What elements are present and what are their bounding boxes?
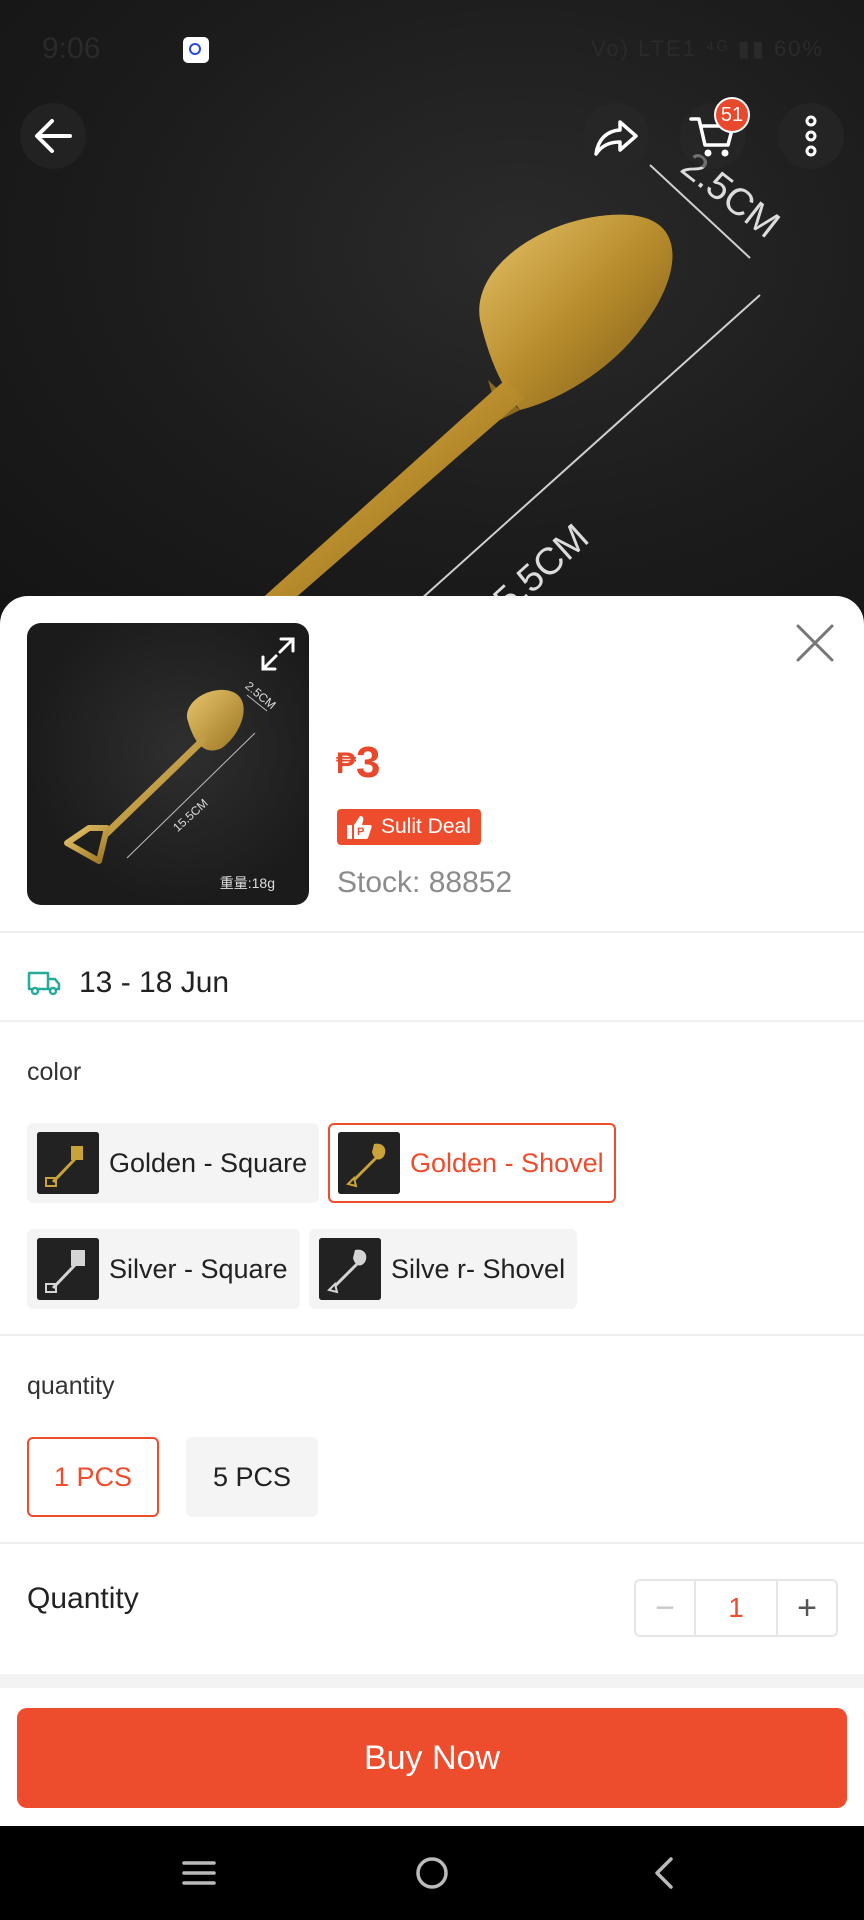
decrease-quantity-button[interactable]: − bbox=[636, 1581, 694, 1635]
price-amount: 3 bbox=[356, 738, 381, 787]
variant-thumbnail bbox=[37, 1132, 99, 1194]
more-options-button[interactable] bbox=[778, 103, 844, 169]
increase-quantity-button[interactable]: + bbox=[778, 1581, 836, 1635]
delivery-truck-icon bbox=[27, 971, 61, 996]
variant-thumbnail bbox=[37, 1238, 99, 1300]
status-icons: Vo) LTE1 ⁴ᴳ ▮▮ 60% bbox=[590, 36, 824, 61]
pack-option-5-pcs[interactable]: 5 PCS bbox=[186, 1437, 318, 1517]
divider bbox=[0, 1334, 864, 1336]
cart-button[interactable]: 51 bbox=[680, 97, 750, 169]
price: ₱3 bbox=[336, 738, 381, 788]
recent-apps-icon[interactable] bbox=[174, 1848, 224, 1898]
stock-count: Stock: 88852 bbox=[337, 866, 513, 899]
variant-thumbnail bbox=[319, 1238, 381, 1300]
variant-golden-shovel[interactable]: Golden - Shovel bbox=[328, 1123, 616, 1203]
product-thumbnail[interactable]: 2.5CM 15.5CM 重量:18g bbox=[27, 623, 309, 905]
price-currency: ₱ bbox=[336, 747, 357, 780]
back-arrow-icon bbox=[35, 119, 72, 153]
nav-back-icon[interactable] bbox=[641, 1848, 691, 1898]
variant-label: Golden - Square bbox=[109, 1147, 308, 1178]
color-section-label: color bbox=[27, 1058, 82, 1086]
status-app-icon bbox=[183, 37, 209, 63]
share-button[interactable] bbox=[583, 103, 649, 169]
divider bbox=[0, 1542, 864, 1544]
quantity-pack-section-label: quantity bbox=[27, 1372, 115, 1400]
deal-label: Sulit Deal bbox=[381, 815, 471, 838]
variant-label: Golden - Shovel bbox=[410, 1147, 604, 1178]
divider bbox=[0, 1020, 864, 1022]
variant-thumbnail bbox=[338, 1132, 400, 1194]
delivery-estimate: 13 - 18 Jun bbox=[27, 958, 229, 1008]
divider bbox=[0, 931, 864, 933]
expand-icon[interactable] bbox=[255, 631, 301, 677]
quantity-stepper: − 1 + bbox=[634, 1579, 838, 1637]
cart-count-badge: 51 bbox=[714, 97, 750, 133]
quantity-label: Quantity bbox=[27, 1582, 139, 1615]
pack-option-1-pcs[interactable]: 1 PCS bbox=[27, 1437, 159, 1517]
variant-label: Silver - Square bbox=[109, 1253, 288, 1284]
variant-silver-shovel[interactable]: Silve r- Shovel bbox=[309, 1229, 578, 1309]
thumb-dim-long: 15.5CM bbox=[170, 796, 211, 835]
buy-now-button[interactable]: Buy Now bbox=[17, 1708, 847, 1808]
delivery-dates: 13 - 18 Jun bbox=[79, 966, 230, 999]
thumb-weight: 重量:18g bbox=[219, 875, 275, 891]
system-nav-bar bbox=[0, 1826, 864, 1920]
status-time: 9:06 bbox=[42, 32, 101, 65]
share-icon bbox=[594, 120, 638, 156]
quantity-value[interactable]: 1 bbox=[694, 1581, 778, 1635]
status-bar: 9:06 Vo) LTE1 ⁴ᴳ ▮▮ 60% bbox=[0, 0, 864, 100]
variant-golden-square[interactable]: Golden - Square bbox=[27, 1123, 320, 1203]
close-icon[interactable] bbox=[790, 618, 840, 668]
back-button[interactable] bbox=[20, 103, 86, 169]
home-icon[interactable] bbox=[407, 1848, 457, 1898]
more-vertical-icon bbox=[805, 115, 817, 157]
thumbs-up-icon: P bbox=[347, 816, 372, 839]
variant-silver-square[interactable]: Silver - Square bbox=[27, 1229, 300, 1309]
variant-label: Silve r- Shovel bbox=[391, 1253, 566, 1284]
sulit-deal-badge: P Sulit Deal bbox=[337, 809, 481, 845]
variant-selection-sheet: 2.5CM 15.5CM 重量:18g ₱3 P Sulit Deal Stoc… bbox=[0, 596, 864, 1826]
svg-text:P: P bbox=[357, 826, 364, 838]
section-separator bbox=[0, 1674, 864, 1688]
product-image-hero[interactable]: 2.5CM 15.5CM 9:06 Vo) LTE1 ⁴ᴳ ▮▮ 60% 51 bbox=[0, 0, 864, 620]
